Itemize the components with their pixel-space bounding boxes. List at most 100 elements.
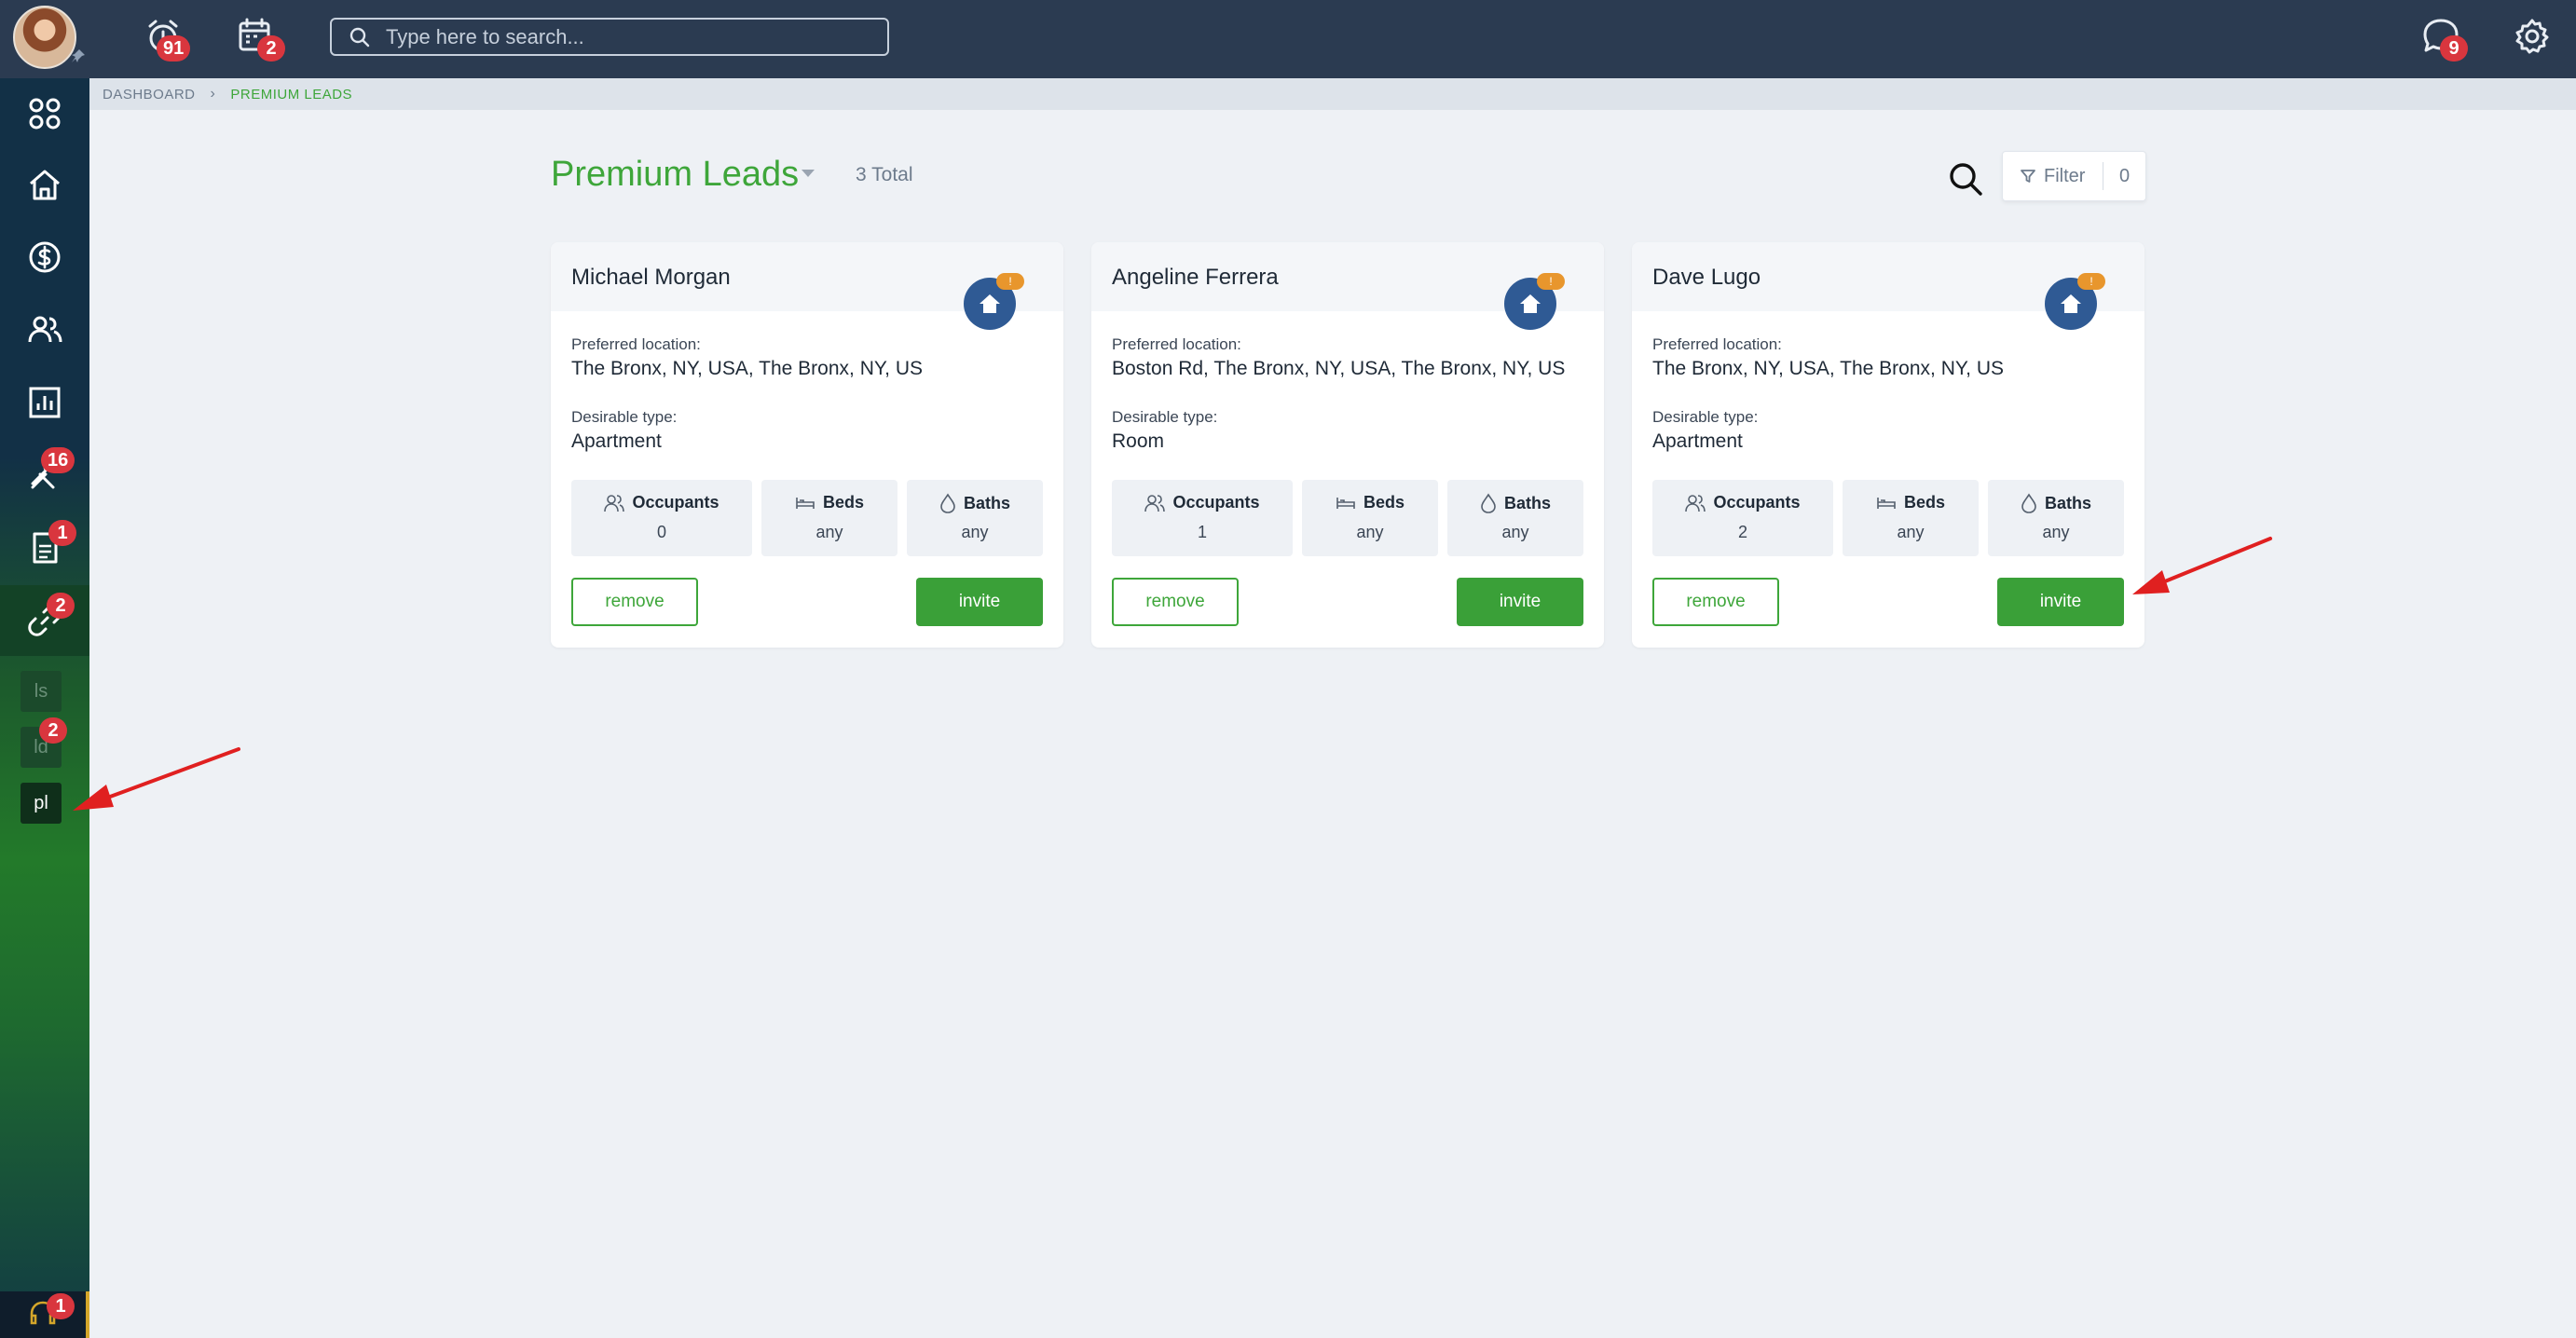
alarm-button[interactable]: 91 [142, 15, 191, 61]
desirable-type-label: Desirable type: [571, 408, 678, 426]
top-bar: 91 2 9 [0, 0, 2576, 78]
water-drop-icon [2021, 493, 2036, 513]
bed-icon [796, 497, 815, 509]
occupants-value: 2 [1737, 523, 1747, 541]
baths-value: any [961, 523, 989, 541]
baths-value: any [2042, 523, 2070, 541]
search-icon [349, 27, 370, 48]
bar-chart-icon [29, 387, 61, 418]
sidebar-sub-pl[interactable]: pl [21, 783, 62, 824]
home-glyph-icon [980, 294, 1000, 313]
dollar-icon [29, 241, 61, 273]
sidebar-item-leads[interactable]: 2 [0, 585, 89, 656]
sub-item-label: ls [34, 680, 48, 702]
remove-button[interactable]: remove [1652, 578, 1779, 626]
preferred-location-label: Preferred location: [571, 335, 701, 353]
invite-button[interactable]: invite [1997, 578, 2124, 626]
desirable-type-value: Apartment [1652, 430, 1743, 452]
baths-stat: Baths any [1988, 480, 2124, 556]
preferred-location-label: Preferred location: [1112, 335, 1241, 353]
beds-stat: Beds any [1843, 480, 1979, 556]
sidebar-item-documents[interactable]: 1 [0, 512, 89, 583]
baths-label: Baths [2044, 493, 2091, 512]
bed-icon [1877, 497, 1896, 509]
remove-button[interactable]: remove [1112, 578, 1239, 626]
chevron-right-icon: › [210, 86, 216, 102]
lead-card: Michael Morgan ! Preferred location: The… [551, 242, 1063, 648]
sidebar-item-apps[interactable] [0, 78, 89, 149]
occupants-label: Occupants [1713, 493, 1801, 512]
preferred-location-label: Preferred location: [1652, 335, 1782, 353]
occupants-value: 1 [1197, 523, 1207, 541]
house-badge: ! [996, 273, 1024, 290]
users-icon [1144, 494, 1166, 512]
preferred-location-value: The Bronx, NY, USA, The Bronx, NY, US [571, 358, 924, 379]
baths-label: Baths [963, 493, 1010, 512]
breadcrumb: DASHBOARD › PREMIUM LEADS [89, 78, 2576, 110]
sidebar-sub-ld[interactable]: ld 2 [21, 717, 67, 768]
baths-label: Baths [1503, 493, 1551, 512]
remove-button[interactable]: remove [571, 578, 698, 626]
maintenance-badge: 16 [41, 447, 75, 473]
breadcrumb-current: PREMIUM LEADS [230, 86, 353, 102]
sub-item-badge: 2 [39, 717, 67, 744]
occupants-label: Occupants [1172, 493, 1260, 512]
invite-button[interactable]: invite [916, 578, 1043, 626]
sidebar-item-finance[interactable] [0, 222, 89, 293]
gear-icon [2515, 19, 2549, 54]
sidebar-item-people[interactable] [0, 294, 89, 365]
beds-stat: Beds any [1302, 480, 1438, 556]
page-title[interactable]: Premium Leads [551, 155, 799, 195]
desirable-type-value: Room [1112, 430, 1165, 452]
sidebar-item-maintenance[interactable]: 16 [0, 440, 89, 511]
beds-value: any [1897, 523, 1925, 541]
settings-button[interactable] [2511, 15, 2554, 58]
global-search[interactable] [330, 18, 889, 56]
lead-card: Dave Lugo ! Preferred location: The Bron… [1632, 242, 2144, 648]
documents-badge: 1 [48, 520, 76, 546]
house-badge: ! [2077, 273, 2105, 290]
desirable-type-value: Apartment [571, 430, 662, 452]
beds-label: Beds [1363, 493, 1404, 512]
calendar-badge: 2 [257, 35, 285, 61]
baths-stat: Baths any [1447, 480, 1583, 556]
invite-button[interactable]: invite [1457, 578, 1583, 626]
sidebar-sub-ls[interactable]: ls [21, 671, 62, 712]
breadcrumb-dashboard[interactable]: DASHBOARD [103, 87, 196, 102]
beds-value: any [1356, 523, 1384, 541]
users-icon [28, 316, 62, 343]
desirable-type-label: Desirable type: [1112, 408, 1218, 426]
home-glyph-icon [2061, 294, 2081, 313]
caret-down-icon[interactable] [802, 170, 815, 177]
home-icon [30, 170, 60, 200]
calendar-button[interactable]: 2 [235, 15, 285, 61]
annotation-arrow [2132, 537, 2272, 594]
sidebar-item-reports[interactable] [0, 367, 89, 438]
desirable-type-label: Desirable type: [1652, 408, 1759, 426]
beds-label: Beds [822, 493, 864, 512]
sidebar-item-home[interactable] [0, 149, 89, 220]
search-icon[interactable] [1947, 160, 1984, 198]
occupants-label: Occupants [632, 493, 719, 512]
beds-value: any [815, 523, 843, 541]
filter-button[interactable]: Filter 0 [2002, 151, 2146, 201]
alarm-badge: 91 [157, 35, 191, 61]
bed-icon [1336, 497, 1355, 509]
support-badge: 1 [47, 1293, 75, 1319]
funnel-icon [2021, 170, 2035, 183]
user-avatar[interactable] [13, 6, 76, 69]
lead-name: Dave Lugo [1652, 265, 1761, 290]
search-input[interactable] [386, 20, 870, 54]
grid-icon [29, 98, 61, 130]
messages-button[interactable]: 9 [2419, 15, 2468, 61]
occupants-stat: Occupants 1 [1112, 480, 1293, 556]
occupants-stat: Occupants 2 [1652, 480, 1833, 556]
support-button[interactable]: 1 [0, 1291, 89, 1338]
total-count: 3 Total [856, 164, 913, 185]
lead-name: Michael Morgan [571, 265, 731, 290]
preferred-location-value: Boston Rd, The Bronx, NY, USA, The Bronx… [1112, 358, 1566, 379]
sub-item-label: pl [34, 792, 48, 813]
water-drop-icon [1481, 493, 1496, 513]
annotation-arrow [73, 747, 240, 811]
occupants-value: 0 [656, 523, 666, 541]
